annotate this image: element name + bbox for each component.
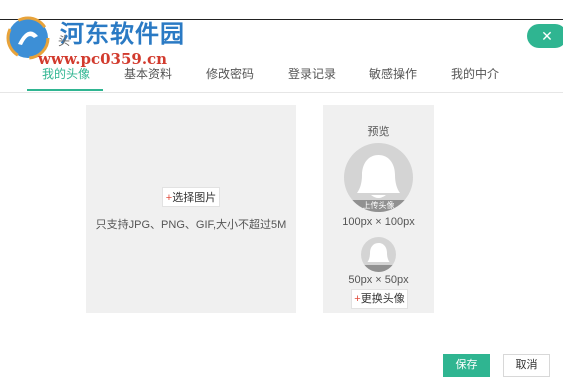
tab-basic-info[interactable]: 基本资料 [124,65,172,82]
tab-login-records[interactable]: 登录记录 [288,65,336,82]
avatar-upload-caption: 上传头像 [344,200,413,212]
tab-my-agent[interactable]: 我的中介 [451,65,499,82]
preview-panel: 预览 上传头像 100px × 100px 50px × 50px +更换头像 [323,105,434,313]
tab-change-password[interactable]: 修改密码 [206,65,254,82]
active-tab-indicator [27,89,103,91]
tab-bar: 我的头像 基本资料 修改密码 登录记录 敏感操作 我的中介 [0,58,563,93]
cancel-button[interactable]: 取消 [503,354,550,377]
select-image-button[interactable]: +选择图片 [162,187,220,207]
close-icon: ✕ [541,28,553,44]
small-size-label: 50px × 50px [348,274,409,286]
dialog-title: 头 [58,34,71,48]
tab-sensitive-actions[interactable]: 敏感操作 [369,65,417,82]
avatar-preview-small [361,237,396,272]
change-avatar-label: 更换头像 [360,293,405,305]
large-size-label: 100px × 100px [342,216,415,228]
change-avatar-button[interactable]: +更换头像 [351,289,408,309]
close-button[interactable]: ✕ [527,24,563,48]
upload-area[interactable]: +选择图片 只支持JPG、PNG、GIF,大小不超过5M [86,105,296,313]
tab-my-avatar[interactable]: 我的头像 [42,65,90,82]
preview-title: 预览 [367,126,390,138]
avatar-preview-large: 上传头像 [344,143,413,212]
avatar-small-band [361,265,396,272]
select-image-label: 选择图片 [172,192,217,204]
watermark-title: 河东软件园 [60,19,185,48]
save-button[interactable]: 保存 [443,354,490,377]
upload-hint: 只支持JPG、PNG、GIF,大小不超过5M [95,219,287,231]
